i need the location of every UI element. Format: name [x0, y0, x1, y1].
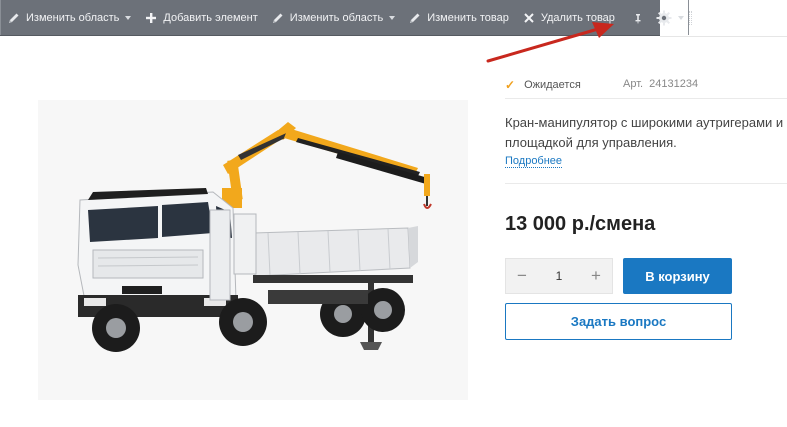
article-label: Арт. — [623, 78, 644, 90]
more-details-link[interactable]: Подробнее — [505, 155, 563, 168]
divider — [505, 98, 787, 99]
add-to-cart-button[interactable]: В корзину — [623, 258, 732, 294]
pencil-icon — [9, 13, 19, 23]
grip-icon — [688, 10, 692, 25]
quantity-input[interactable]: 1 — [556, 269, 563, 283]
quantity-increase-button[interactable]: + — [588, 266, 604, 285]
article-value: 24131234 — [649, 78, 699, 90]
pencil-icon — [410, 13, 420, 23]
plus-icon — [146, 12, 157, 23]
chevron-down-icon[interactable] — [125, 15, 132, 20]
toolbar-item-label: Добавить элемент — [163, 11, 258, 24]
toolbar-item-label: Изменить область — [26, 11, 120, 24]
toolbar-pin-button[interactable] — [626, 0, 650, 35]
truck-cab — [77, 188, 257, 317]
toolbar-item-label: Изменить область — [289, 11, 384, 24]
annotation-arrow-icon — [486, 22, 614, 63]
pencil-icon — [272, 13, 283, 23]
chevron-down-icon[interactable] — [389, 15, 396, 20]
gear-icon — [656, 10, 672, 25]
cargo-bed — [252, 226, 418, 283]
toolbar-edit-area-button-1[interactable]: Изменить область — [1, 0, 138, 35]
product-description: Кран-манипулятор с широкими аутригерами … — [505, 115, 784, 150]
ask-question-button[interactable]: Задать вопрос — [505, 303, 732, 340]
toolbar-add-element-button[interactable]: Добавить элемент — [138, 0, 264, 35]
availability-label: Ожидается — [524, 79, 581, 91]
quantity-stepper: − 1 + — [505, 258, 613, 294]
availability-status: ✓ Ожидается — [505, 78, 581, 92]
chevron-down-icon[interactable] — [677, 15, 684, 20]
crane-truck-image — [77, 122, 432, 352]
divider — [505, 183, 787, 184]
page: Изменить область Добавить элемент Измени… — [0, 0, 787, 427]
product-image — [38, 100, 468, 400]
toolbar-edit-area-button-2[interactable]: Изменить область — [265, 0, 402, 35]
check-icon: ✓ — [505, 78, 516, 92]
toolbar-settings-button[interactable] — [650, 0, 688, 35]
article-number: Арт. 24131234 — [623, 78, 698, 90]
toolbar-grip-right[interactable] — [687, 0, 692, 35]
product-price: 13 000 р./смена — [505, 213, 656, 235]
quantity-decrease-button[interactable]: − — [514, 266, 530, 285]
header-divider — [660, 36, 787, 37]
crane-boom — [222, 122, 432, 209]
pin-icon — [635, 13, 641, 23]
